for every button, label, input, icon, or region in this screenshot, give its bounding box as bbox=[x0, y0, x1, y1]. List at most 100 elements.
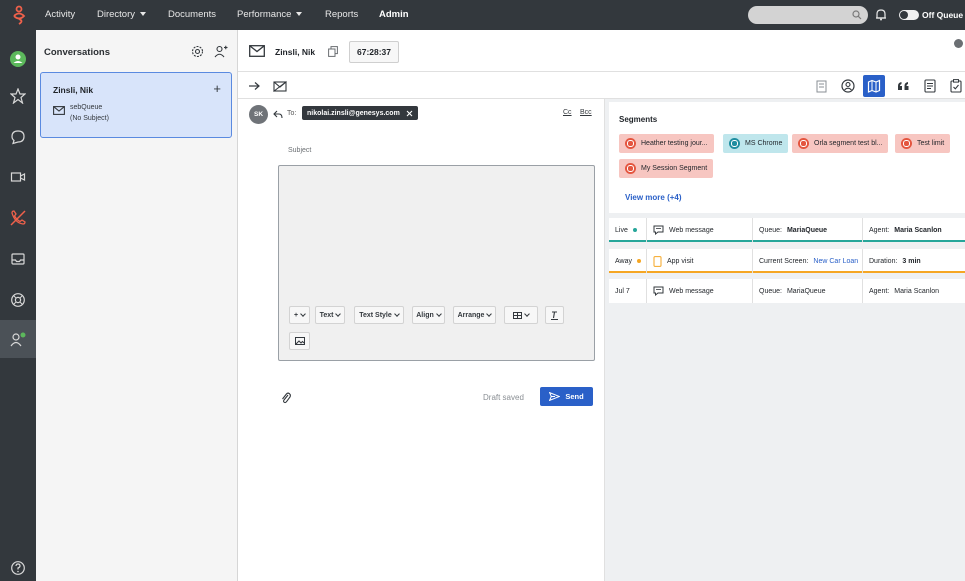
question-icon[interactable] bbox=[9, 559, 27, 577]
bcc-link[interactable]: Bcc bbox=[580, 109, 592, 116]
segment-chip[interactable]: My Session Segment bbox=[619, 159, 714, 178]
journey-type: Web message bbox=[646, 218, 752, 242]
clear-format-button[interactable] bbox=[545, 306, 564, 324]
journey-type: App visit bbox=[646, 249, 752, 273]
quote-icon[interactable] bbox=[895, 78, 911, 94]
nav-directory-label: Directory bbox=[97, 9, 136, 20]
nav-directory[interactable]: Directory bbox=[97, 9, 147, 20]
inbox-icon[interactable] bbox=[9, 250, 27, 268]
recipient-chip[interactable]: nikolai.zinsli@genesys.com bbox=[302, 106, 418, 120]
video-icon[interactable] bbox=[9, 168, 27, 186]
email-body-editor[interactable]: + Text Text Style Align Arrange bbox=[278, 165, 595, 361]
queue-status-label: Off Queue bbox=[922, 10, 964, 20]
text-style-menu-label: Text Style bbox=[359, 311, 392, 319]
text-style-menu-button[interactable]: Text Style bbox=[354, 306, 404, 324]
segment-chip[interactable]: MS Chrome bbox=[723, 134, 789, 153]
send-button-label: Send bbox=[565, 392, 584, 401]
transfer-arrow-icon[interactable] bbox=[246, 78, 262, 94]
toggle-knob bbox=[900, 11, 908, 19]
chat-icon[interactable] bbox=[9, 128, 27, 146]
view-more-link[interactable]: View more (+4) bbox=[625, 193, 682, 202]
journey-map-icon[interactable] bbox=[863, 75, 885, 97]
send-button[interactable]: Send bbox=[540, 387, 593, 406]
notes-icon[interactable] bbox=[922, 78, 938, 94]
subject-field[interactable]: Subject bbox=[288, 147, 311, 154]
send-icon bbox=[549, 392, 561, 401]
conversation-card[interactable]: Zinsli, Nik + sebQueue (No Subject) bbox=[40, 72, 232, 138]
search-icon bbox=[852, 10, 862, 20]
conversations-panel: Conversations Zinsli, Nik + sebQueue (No… bbox=[36, 30, 238, 581]
nav-documents[interactable]: Documents bbox=[168, 9, 216, 20]
journey-status: Live bbox=[609, 218, 646, 242]
mobile-app-icon bbox=[653, 255, 662, 267]
search-input[interactable] bbox=[748, 6, 868, 24]
journey-row-away[interactable]: Away App visit Current Screen: New Car Lo… bbox=[609, 249, 965, 273]
segment-chip[interactable]: Heather testing jour... bbox=[619, 134, 714, 153]
journey-field-value: Maria Scanlon bbox=[894, 287, 939, 295]
help-lifebuoy-icon[interactable] bbox=[9, 291, 27, 309]
conversations-title: Conversations bbox=[44, 47, 110, 58]
cc-link[interactable]: Cc bbox=[563, 109, 572, 116]
email-composer: SK To: nikolai.zinsli@genesys.com Cc Bcc… bbox=[238, 99, 841, 581]
add-participant-icon[interactable]: + bbox=[213, 81, 221, 96]
align-menu-label: Align bbox=[416, 311, 434, 319]
insert-menu-button[interactable]: + bbox=[289, 306, 310, 324]
journey-panel: Segments Heather testing jour... MS Chro… bbox=[605, 99, 965, 581]
nav-performance[interactable]: Performance bbox=[237, 9, 303, 20]
no-phone-icon[interactable] bbox=[9, 209, 27, 227]
segment-icon bbox=[729, 138, 740, 149]
conversation-meta: sebQueue (No Subject) bbox=[70, 102, 109, 124]
paperclip-icon[interactable] bbox=[281, 392, 291, 404]
journey-field-value[interactable]: New Car Loan bbox=[813, 258, 858, 265]
star-icon[interactable] bbox=[9, 87, 27, 105]
sender-avatar: SK bbox=[249, 105, 268, 124]
disconnect-email-icon[interactable] bbox=[272, 78, 288, 94]
table-menu-button[interactable] bbox=[504, 306, 538, 324]
insert-image-button[interactable] bbox=[289, 332, 310, 350]
collapse-panel-icon[interactable] bbox=[954, 39, 963, 48]
bell-icon[interactable] bbox=[875, 8, 887, 21]
genesys-logo-icon[interactable] bbox=[10, 5, 28, 25]
wrapup-checklist-icon[interactable] bbox=[948, 78, 964, 94]
remove-recipient-icon[interactable] bbox=[406, 110, 413, 117]
script-icon[interactable] bbox=[813, 78, 829, 94]
align-menu-button[interactable]: Align bbox=[412, 306, 445, 324]
journey-field-value: 3 min bbox=[902, 257, 921, 265]
journey-field-label: Agent: bbox=[869, 226, 890, 234]
gear-icon[interactable] bbox=[191, 45, 204, 58]
nav-performance-label: Performance bbox=[237, 9, 292, 20]
status-dot bbox=[637, 259, 641, 263]
chevron-down-icon bbox=[393, 310, 400, 317]
copy-icon[interactable] bbox=[328, 46, 338, 57]
queue-toggle[interactable] bbox=[899, 10, 919, 20]
chevron-down-icon bbox=[300, 310, 306, 317]
journey-field-label: Queue: bbox=[759, 287, 782, 295]
reply-icon[interactable] bbox=[273, 110, 283, 119]
status-avatar-icon[interactable] bbox=[9, 50, 27, 68]
nav-activity[interactable]: Activity bbox=[45, 9, 75, 20]
contact-profile-icon[interactable] bbox=[840, 78, 856, 94]
journey-type-label: App visit bbox=[667, 257, 694, 265]
journey-status: Away bbox=[609, 249, 646, 273]
nav-reports[interactable]: Reports bbox=[325, 9, 358, 20]
interaction-timer: 67:28:37 bbox=[349, 41, 399, 63]
segment-icon bbox=[798, 138, 809, 149]
journey-screen: Current Screen: New Car Loan bbox=[752, 249, 862, 273]
arrange-menu-button[interactable]: Arrange bbox=[453, 306, 496, 324]
plus-icon: + bbox=[293, 311, 299, 319]
add-user-icon[interactable] bbox=[214, 45, 228, 58]
nav-admin[interactable]: Admin bbox=[379, 9, 409, 20]
segment-chip[interactable]: Orla segment test bl... bbox=[792, 134, 889, 153]
journey-field-label: Duration: bbox=[869, 257, 898, 265]
text-menu-button[interactable]: Text bbox=[315, 306, 345, 324]
segment-chip[interactable]: Test limit bbox=[895, 134, 951, 153]
journey-row-live[interactable]: Live Web message Queue: MariaQueue Agent:… bbox=[609, 218, 965, 242]
journey-field-value: Maria Scanlon bbox=[894, 226, 942, 234]
web-message-icon bbox=[653, 286, 664, 296]
agent-status-icon[interactable] bbox=[9, 331, 27, 349]
to-label: To: bbox=[287, 110, 297, 117]
journey-status: Jul 7 bbox=[609, 279, 646, 303]
journey-row-history[interactable]: Jul 7 Web message Queue: MariaQueue Agent… bbox=[609, 279, 965, 303]
draft-status: Draft saved bbox=[483, 393, 524, 402]
journey-status-label: Live bbox=[615, 226, 628, 234]
